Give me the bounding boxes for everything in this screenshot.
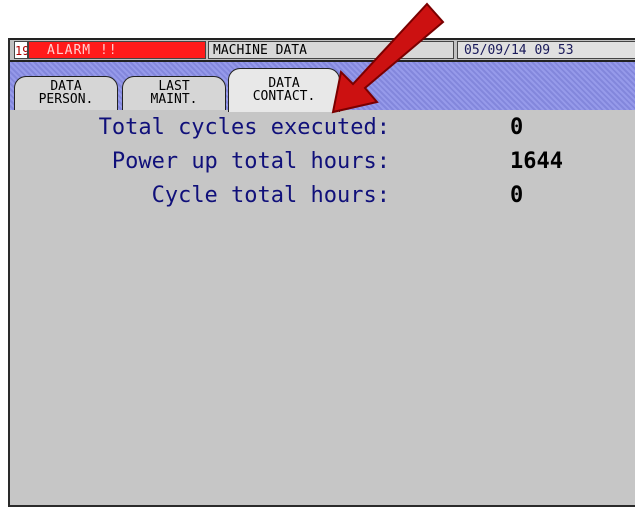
tab-label-line2: MAINT. xyxy=(150,92,198,107)
power-up-hours-label: Power up total hours: xyxy=(111,149,390,174)
data-panel: Total cycles executed: 0 Power up total … xyxy=(10,110,635,505)
total-cycles-value: 0 xyxy=(510,115,524,140)
tab-data-person[interactable]: DATA PERSON. xyxy=(14,76,118,110)
date-time: 05/09/14 09 53 xyxy=(457,41,635,59)
tab-label-line2: PERSON. xyxy=(38,92,94,107)
alarm-indicator[interactable]: ALARM !! xyxy=(28,41,206,59)
red-arrow-icon xyxy=(331,2,445,114)
cycle-hours-value: 0 xyxy=(510,183,524,208)
tab-last-maint[interactable]: LAST MAINT. xyxy=(122,76,226,110)
power-up-hours-value: 1644 xyxy=(510,149,563,174)
alarm-code: 19 xyxy=(14,41,28,59)
cycle-hours-label: Cycle total hours: xyxy=(151,183,390,208)
